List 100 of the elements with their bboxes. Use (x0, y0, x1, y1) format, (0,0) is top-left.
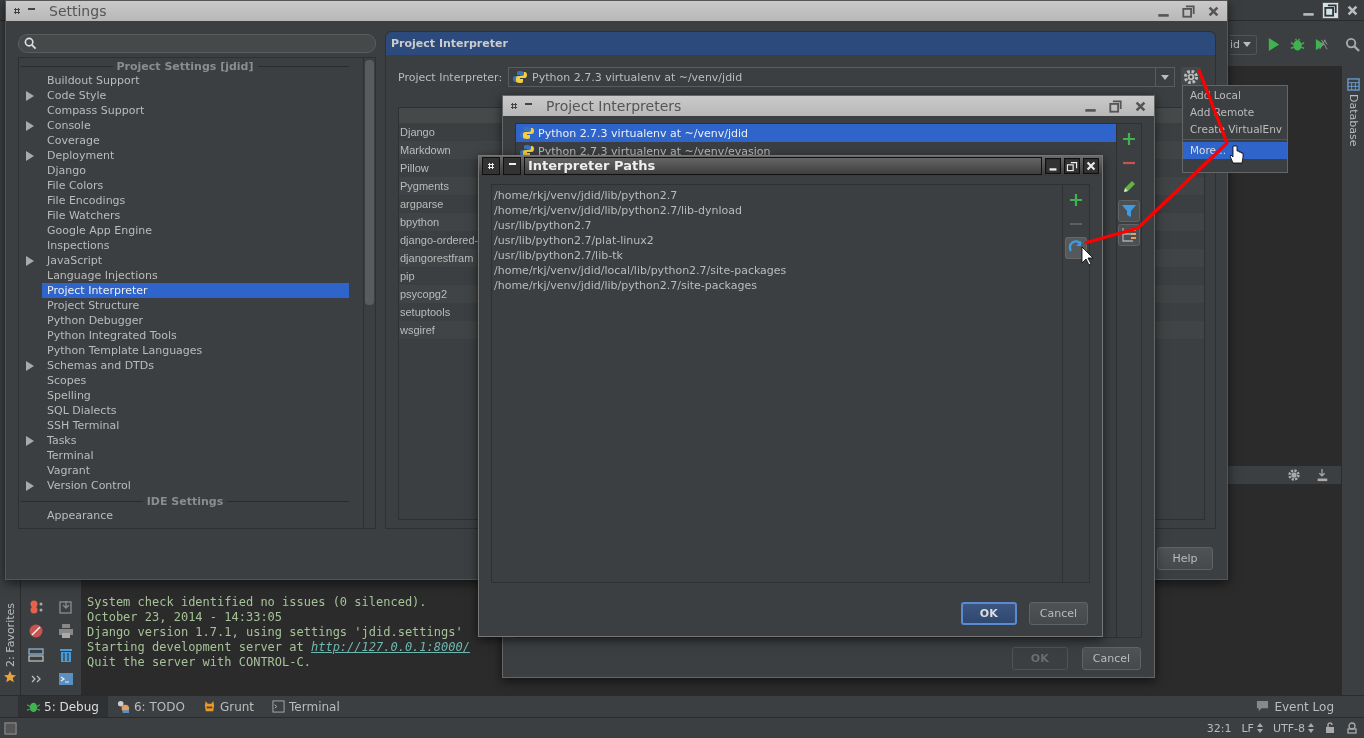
settings-icon[interactable] (1287, 468, 1301, 482)
settings-tree-item[interactable]: Schemas and DTDs (42, 358, 349, 373)
caret-position[interactable]: 32:1 (1206, 721, 1232, 735)
todo-icon (116, 700, 130, 713)
settings-tree-item[interactable]: Console (42, 118, 349, 133)
favorites-tab[interactable]: 2: Favorites (3, 603, 17, 667)
settings-tree-item[interactable]: Django (42, 163, 349, 178)
settings-tree-item[interactable]: File Watchers (42, 208, 349, 223)
settings-tree-item[interactable]: File Colors (42, 178, 349, 193)
breakpoints-icon[interactable] (28, 599, 44, 615)
settings-tree-item[interactable]: File Encodings (42, 193, 349, 208)
path-item[interactable]: /usr/lib/python2.7/lib-tk (494, 249, 623, 262)
settings-tree-item[interactable]: Deployment (42, 148, 349, 163)
cancel-button[interactable]: Cancel (1028, 602, 1088, 625)
database-icon (1346, 78, 1360, 91)
inspector-icon[interactable] (1346, 722, 1358, 734)
grip-icon[interactable] (482, 157, 500, 175)
search-icon[interactable] (1345, 37, 1360, 52)
grip-icon[interactable] (511, 103, 517, 109)
table-cell: Pygments (400, 180, 449, 192)
expand-arrow-icon[interactable] (26, 480, 34, 491)
trash-icon[interactable] (58, 647, 74, 663)
database-tab[interactable]: Database (1346, 78, 1360, 147)
grip-icon[interactable] (14, 8, 20, 14)
bug-icon[interactable] (1290, 37, 1305, 52)
settings-tree-item[interactable]: Python Integrated Tools (42, 328, 349, 343)
hide-icon[interactable] (1315, 468, 1329, 482)
table-cell: djangorestfram (400, 252, 474, 264)
path-item[interactable]: /home/rkj/venv/jdid/lib/python2.7 (494, 189, 678, 202)
close-icon[interactable] (1083, 158, 1099, 174)
encoding-selector[interactable]: UTF-8 (1272, 721, 1305, 735)
tool-window-tab[interactable]: Grunt (193, 696, 264, 717)
expand-arrow-icon[interactable] (26, 255, 34, 266)
path-item[interactable]: /home/rkj/venv/jdid/local/lib/python2.7/site-packages (494, 264, 787, 277)
settings-tree-item[interactable]: SSH Terminal (42, 418, 349, 433)
settings-tree-item[interactable]: Inspections (42, 238, 349, 253)
ok-button[interactable]: OK (960, 602, 1017, 625)
settings-tree-item[interactable]: Project Structure (42, 298, 349, 313)
add-icon[interactable] (1069, 193, 1083, 207)
settings-tree-item[interactable]: Code Style (42, 88, 349, 103)
cancel-button[interactable]: Cancel (1081, 647, 1141, 670)
path-item[interactable]: /home/rkj/venv/jdid/lib/python2.7/lib-dynload (494, 204, 742, 217)
help-button[interactable]: Help (1157, 547, 1213, 570)
path-item[interactable]: /usr/lib/python2.7/plat-linux2 (494, 234, 654, 247)
event-log-button[interactable]: Event Log (1256, 699, 1364, 714)
table-cell: argparse (400, 198, 444, 210)
path-item[interactable]: /home/rkj/venv/jdid/lib/python2.7/site-packages (494, 279, 757, 292)
restore-icon[interactable] (1064, 158, 1080, 174)
window-menu-icon[interactable] (503, 157, 521, 175)
interpreter-list-item[interactable]: Python 2.7.3 virtualenv at ~/venv/jdid (516, 124, 1116, 142)
tool-windows-icon[interactable] (4, 721, 17, 735)
run-configuration-dropdown[interactable]: id (1229, 34, 1257, 55)
settings-tree-item[interactable]: JavaScript (42, 253, 349, 268)
restore-icon[interactable] (1322, 1, 1339, 19)
server-link[interactable]: http://127.0.0.1:8000/ (310, 640, 470, 654)
settings-tree-item[interactable]: Tasks (42, 433, 349, 448)
settings-tree-item[interactable]: Spelling (42, 388, 349, 403)
path-item[interactable]: /usr/lib/python2.7 (494, 219, 592, 232)
run-icon[interactable] (1266, 37, 1281, 52)
settings-tree-item[interactable]: Google App Engine (42, 223, 349, 238)
settings-tree-item[interactable]: Python Template Languages (42, 343, 349, 358)
settings-tree-item[interactable]: Python Debugger (42, 313, 349, 328)
add-icon[interactable] (1122, 132, 1136, 146)
settings-tree-item[interactable]: SQL Dialects (42, 403, 349, 418)
settings-tree-item[interactable]: Buildout Support (42, 73, 349, 88)
updown-icon (1256, 723, 1263, 733)
search-field[interactable] (18, 34, 376, 53)
tool-window-tab[interactable]: 6: TODO (107, 696, 194, 717)
console-line: October 23, 2014 - 14:33:05 (87, 610, 283, 624)
mute-breakpoints-icon[interactable] (28, 623, 44, 639)
tool-window-tab[interactable]: 5: Debug (18, 696, 108, 717)
settings-tree-item[interactable]: Vagrant (42, 463, 349, 478)
expand-arrow-icon[interactable] (26, 360, 34, 371)
scrollbar-thumb[interactable] (365, 60, 374, 305)
settings-tree-item[interactable]: Version Control (42, 478, 349, 493)
filter-icon[interactable] (1118, 200, 1140, 222)
layout-icon[interactable] (28, 647, 44, 663)
line-separator-selector[interactable]: LF (1241, 721, 1254, 735)
table-cell: setuptools (400, 306, 451, 318)
settings-tree-item[interactable]: Language Injections (42, 268, 349, 283)
settings-tree-item[interactable]: Terminal (42, 448, 349, 463)
expand-arrow-icon[interactable] (26, 90, 34, 101)
interpreter-dropdown[interactable]: Python 2.7.3 virtualenv at ~/venv/jdid (508, 67, 1175, 87)
expand-arrow-icon[interactable] (26, 120, 34, 131)
export-icon[interactable] (58, 599, 74, 615)
settings-tree-item[interactable]: Coverage (42, 133, 349, 148)
coverage-icon[interactable] (1314, 37, 1329, 52)
console-icon[interactable] (58, 671, 74, 687)
expand-arrow-icon[interactable] (26, 150, 34, 161)
print-icon[interactable] (58, 623, 74, 639)
lock-icon[interactable] (1324, 722, 1336, 734)
expand-arrow-icon[interactable] (26, 435, 34, 446)
tool-window-tab[interactable]: Terminal (263, 696, 349, 717)
settings-tree-item[interactable]: Scopes (42, 373, 349, 388)
settings-tree-item[interactable]: Appearance (42, 508, 349, 523)
pencil-icon[interactable] (1122, 180, 1136, 194)
minimize-icon[interactable] (1045, 158, 1061, 174)
console-line: Starting development server at (87, 640, 305, 654)
settings-tree-item[interactable]: Project Interpreter (42, 283, 349, 298)
settings-tree-item[interactable]: Compass Support (42, 103, 349, 118)
